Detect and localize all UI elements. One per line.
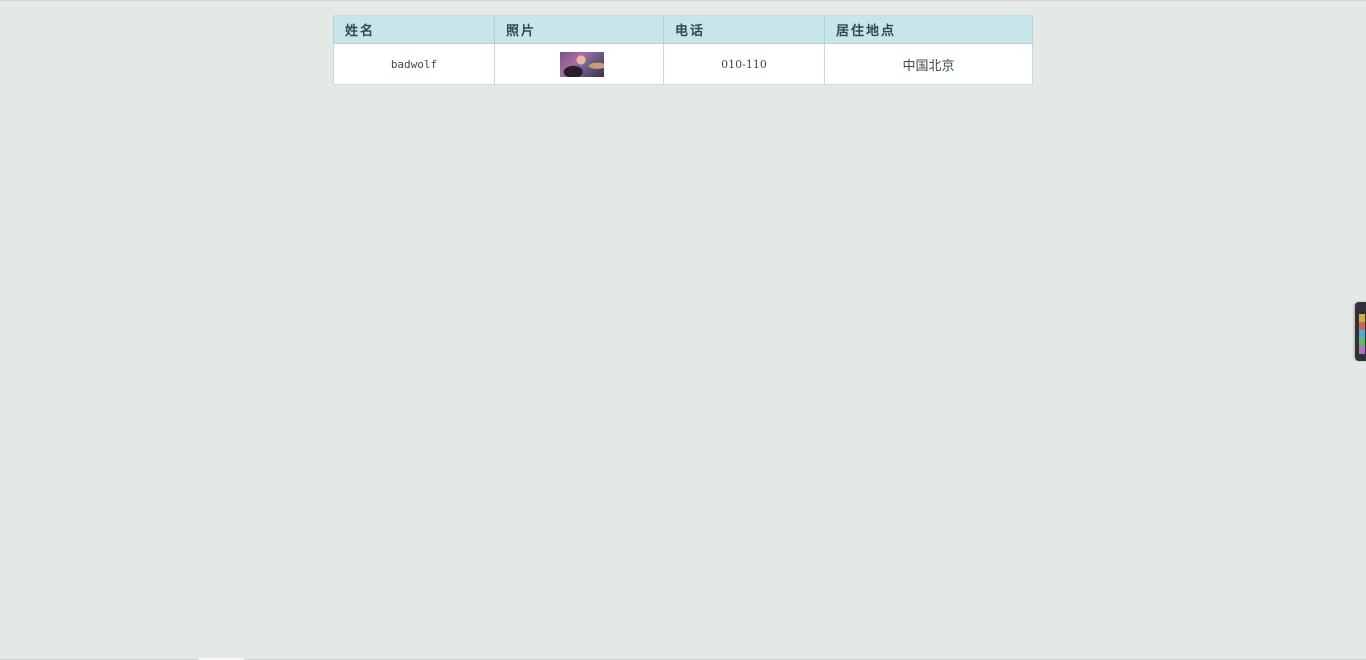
column-header-name: 姓名 xyxy=(333,15,495,44)
music-player-tab-icon[interactable] xyxy=(1355,302,1366,361)
cell-photo xyxy=(494,43,664,85)
cell-phone: 010-110 xyxy=(663,43,825,85)
table-header: 姓名 照片 电话 居住地点 xyxy=(333,15,1033,44)
column-header-phone: 电话 xyxy=(663,15,825,44)
column-header-location: 居住地点 xyxy=(824,15,1033,44)
cell-location: 中国北京 xyxy=(824,43,1033,85)
equalizer-bars-icon xyxy=(1359,314,1365,354)
photo-thumbnail-image[interactable] xyxy=(560,51,604,77)
column-header-photo: 照片 xyxy=(494,15,664,44)
table-row: badwolf 010-110 中国北京 xyxy=(333,43,1033,85)
contacts-table: 姓名 照片 电话 居住地点 badwolf 010-110 中国北京 xyxy=(333,15,1033,85)
cell-name: badwolf xyxy=(333,43,495,85)
table-header-row: 姓名 照片 电话 居住地点 xyxy=(333,15,1033,44)
page-top-border xyxy=(0,0,1366,1)
table-body: badwolf 010-110 中国北京 xyxy=(333,43,1033,85)
